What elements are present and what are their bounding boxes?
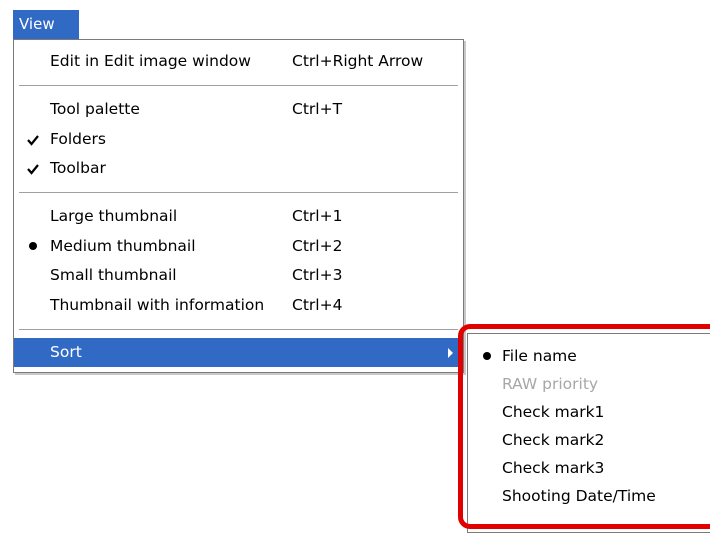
menu-item-thumbnail-with-information[interactable]: Thumbnail with information Ctrl+4 [14, 291, 463, 320]
menu-separator [19, 192, 458, 194]
menu-item-label: Tool palette [50, 100, 140, 118]
bullet-icon [29, 242, 37, 250]
view-menu: Edit in Edit image window Ctrl+Right Arr… [13, 39, 464, 373]
check-icon [27, 135, 39, 146]
menu-item-small-thumbnail[interactable]: Small thumbnail Ctrl+3 [14, 261, 463, 290]
menu-separator [19, 329, 458, 331]
menu-item-label: Sort [50, 343, 82, 361]
menu-item-edit-in-edit-image-window[interactable]: Edit in Edit image window Ctrl+Right Arr… [14, 47, 463, 76]
menu-item-label: Large thumbnail [50, 207, 178, 225]
menu-item-shortcut: Ctrl+3 [292, 266, 343, 284]
menu-item-shortcut: Ctrl+Right Arrow [292, 52, 424, 70]
menu-item-label: Medium thumbnail [50, 237, 196, 255]
menu-item-label: Small thumbnail [50, 266, 177, 284]
menu-item-shortcut: Ctrl+T [292, 100, 343, 118]
check-icon [27, 164, 39, 175]
menu-item-sort[interactable]: Sort [14, 338, 463, 367]
menu-item-medium-thumbnail[interactable]: Medium thumbnail Ctrl+2 [14, 232, 463, 261]
menu-item-shortcut: Ctrl+4 [292, 296, 343, 314]
menu-item-shortcut: Ctrl+2 [292, 237, 343, 255]
menu-item-label: Edit in Edit image window [50, 52, 251, 70]
chevron-right-icon [448, 348, 453, 358]
menu-item-label: Thumbnail with information [50, 296, 265, 314]
menu-item-label: Folders [50, 130, 106, 148]
menu-view[interactable]: View [13, 10, 79, 39]
menu-item-tool-palette[interactable]: Tool palette Ctrl+T [14, 95, 463, 124]
menu-item-folders[interactable]: Folders [14, 125, 463, 154]
menu-item-shortcut: Ctrl+1 [292, 207, 343, 225]
menu-view-label: View [19, 15, 55, 33]
menu-item-toolbar[interactable]: Toolbar [14, 154, 463, 183]
menu-item-large-thumbnail[interactable]: Large thumbnail Ctrl+1 [14, 202, 463, 231]
menu-separator [19, 85, 458, 87]
annotation-highlight-box [458, 324, 710, 529]
menu-item-label: Toolbar [50, 159, 106, 177]
